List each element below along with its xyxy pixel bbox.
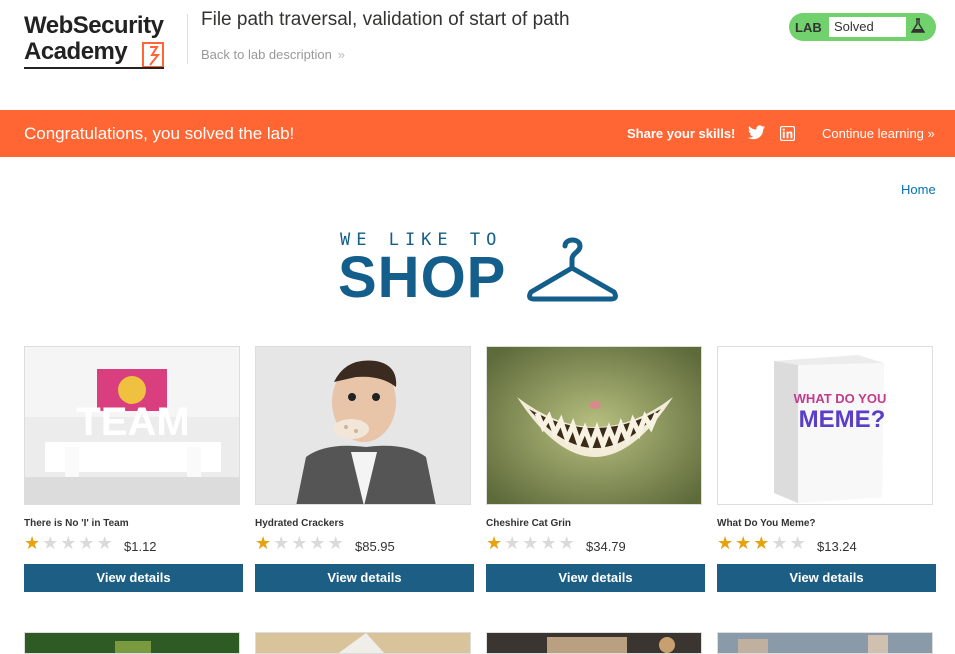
view-details-button[interactable]: View details	[486, 564, 705, 592]
rating-stars: ★ ★ ★ ★ ★	[255, 534, 346, 552]
congratulations-message: Congratulations, you solved the lab!	[24, 124, 295, 143]
team-image: TEAM	[24, 346, 240, 505]
star-icon: ★	[309, 533, 326, 553]
product-price: $1.12	[124, 539, 157, 554]
star-icon: ★	[273, 533, 290, 553]
product-name: Cheshire Cat Grin	[486, 518, 572, 529]
star-icon: ★	[291, 533, 308, 553]
lab-status-badge: LAB Solved	[789, 13, 936, 41]
star-icon: ★	[735, 533, 752, 553]
rating-stars: ★ ★ ★ ★ ★	[24, 534, 115, 552]
svg-text:TEAM: TEAM	[76, 400, 189, 444]
lab-status-value: Solved	[829, 17, 906, 37]
star-icon: ★	[255, 533, 272, 553]
star-icon: ★	[771, 533, 788, 553]
product-image	[486, 632, 702, 654]
star-icon: ★	[60, 533, 77, 553]
rating-stars: ★ ★ ★ ★ ★	[486, 534, 577, 552]
logo-line2: Academy	[24, 38, 128, 65]
star-icon: ★	[327, 533, 344, 553]
chevron-right-icon: »	[927, 126, 935, 141]
view-details-button[interactable]: View details	[255, 564, 474, 592]
rating-stars: ★ ★ ★ ★ ★	[717, 534, 808, 552]
product-image	[255, 632, 471, 654]
product-image	[717, 632, 933, 654]
star-icon: ★	[96, 533, 113, 553]
hanger-icon	[527, 237, 618, 302]
share-skills-label: Share your skills!	[627, 126, 736, 141]
back-link-label: Back to lab description	[201, 47, 332, 62]
star-icon: ★	[789, 533, 806, 553]
product-price: $85.95	[355, 539, 395, 554]
star-icon: ★	[522, 533, 539, 553]
header-divider	[187, 14, 188, 64]
linkedin-icon[interactable]	[779, 125, 796, 146]
lab-header: WebSecurity Academy File path traversal,…	[0, 0, 955, 110]
star-icon: ★	[486, 533, 503, 553]
lab-title: File path traversal, validation of start…	[201, 9, 570, 30]
crackers-image	[255, 346, 471, 505]
svg-text:MEME?: MEME?	[799, 406, 886, 433]
product-name: Hydrated Crackers	[255, 518, 344, 529]
view-details-button[interactable]: View details	[24, 564, 243, 592]
solved-banner: Congratulations, you solved the lab! Sha…	[0, 110, 955, 157]
lab-status-label: LAB	[795, 20, 822, 35]
meme-game-image: WHAT DO YOU MEME?	[717, 346, 933, 505]
logo-line1: WebSecurity	[24, 12, 164, 39]
hero-title: SHOP	[338, 245, 507, 310]
product-price: $13.24	[817, 539, 857, 554]
view-details-button[interactable]: View details	[717, 564, 936, 592]
home-link[interactable]: Home	[901, 182, 936, 197]
cat-grin-image	[486, 346, 702, 505]
back-to-lab-description-link[interactable]: Back to lab description »	[201, 47, 345, 62]
shop-hero-banner: WE LIKE TO SHOP	[338, 230, 620, 310]
star-icon: ★	[717, 533, 734, 553]
star-icon: ★	[504, 533, 521, 553]
product-name: What Do You Meme?	[717, 518, 816, 529]
product-price: $34.79	[586, 539, 626, 554]
logo-underline	[24, 67, 164, 69]
continue-learning-link[interactable]: Continue learning »	[822, 126, 935, 141]
product-name: There is No 'I' in Team	[24, 518, 129, 529]
continue-learning-label: Continue learning	[822, 126, 924, 141]
logo-mark-icon	[142, 42, 164, 68]
star-icon: ★	[753, 533, 770, 553]
chevron-right-icon: »	[337, 47, 346, 62]
flask-icon	[910, 18, 926, 39]
star-icon: ★	[24, 533, 41, 553]
star-icon: ★	[540, 533, 557, 553]
star-icon: ★	[78, 533, 95, 553]
star-icon: ★	[42, 533, 59, 553]
twitter-icon[interactable]	[748, 125, 765, 145]
product-image	[24, 632, 240, 654]
web-security-academy-logo[interactable]: WebSecurity Academy	[24, 12, 184, 72]
star-icon: ★	[558, 533, 575, 553]
svg-text:WHAT DO YOU: WHAT DO YOU	[794, 391, 887, 406]
